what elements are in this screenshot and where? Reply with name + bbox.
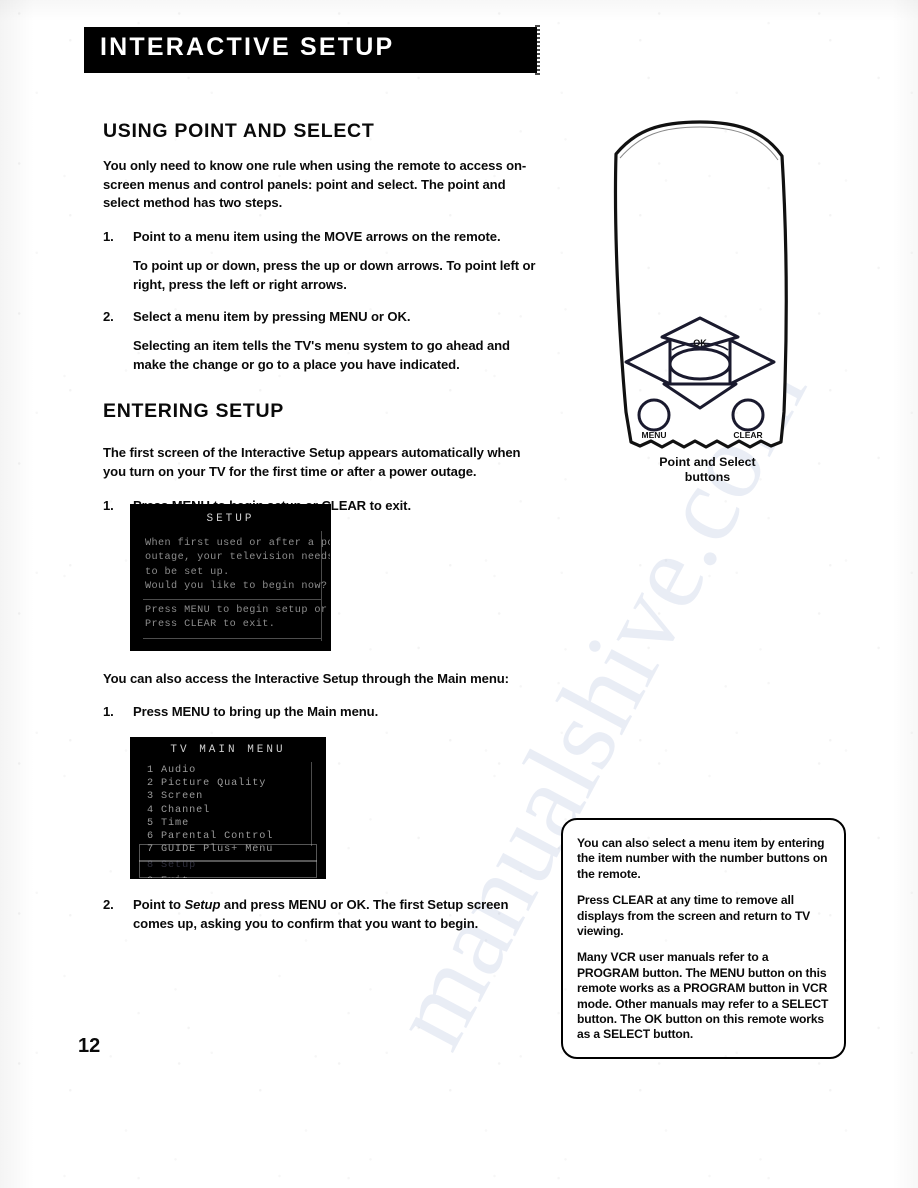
tv-screen-main-menu: TV MAIN MENU 1 Audio 2 Picture Quality 3… [131,738,325,878]
step-1-point: 1. Point to a menu item using the MOVE ar… [103,228,539,247]
step-1-text: to a menu item using the MOVE arrows on … [165,228,501,244]
step-point-to-setup: 2. Point to Setup and press MENU or OK. T… [103,896,543,933]
main-menu-exit-box [139,860,317,878]
main-menu-item: 3 Screen [147,790,273,803]
paragraph-entering-setup-intro: The first screen of the Interactive Setu… [103,445,521,479]
ok-button[interactable] [668,347,732,381]
main-menu-item-label: Parental Control [161,831,274,843]
main-menu-item-number: 5 [147,817,155,829]
main-menu-item: 4 Channel [147,804,273,817]
setup-screen-body: When first used or after a power outage,… [145,537,330,595]
main-menu-screen-title: TV MAIN MENU [170,744,286,756]
setup-screen-body-line: outage, your television needs [145,552,330,564]
setup-screen-footer-line: Press MENU to begin setup or [145,605,328,616]
setup-screen-body-line: Would you like to begin now? [145,581,328,593]
step-press-menu-number: 1. [103,497,114,513]
step-press-menu-main: 1. Press MENU to bring up the Main menu. [103,703,539,722]
step-press-menu-main-text: Press MENU to bring up the Main menu. [133,703,379,719]
step-point-to-setup-number: 2. [103,897,114,912]
main-menu-item-label: Audio [161,765,197,776]
main-menu-item-label: Picture Quality [161,778,267,790]
remote-caption-line2: buttons [684,470,731,484]
setup-screen-footer-line: Press CLEAR to exit. [145,619,276,631]
step-press-menu-main-number: 1. [103,703,114,719]
paragraph-also-access: You can also access the Interactive Setu… [103,671,509,686]
main-menu-item: 1 Audio [147,764,273,777]
page-header-bar: INTERACTIVE SETUP [84,25,540,75]
main-menu-item-label: Time [161,817,190,829]
note-paragraph-2: Press CLEAR at any time to remove all di… [577,893,811,939]
step-2-detail: Selecting an item tells the TV's menu sy… [133,338,510,372]
setup-screen-rule [143,638,321,639]
ok-label: OK [693,338,707,348]
main-menu-item-label: Screen [161,791,204,803]
main-menu-item-number: 2 [147,778,155,790]
remote-caption-line1: Point and Select [659,455,756,469]
heading-using-point-and-select: USING POINT AND SELECT [103,120,375,142]
main-menu-item-number: 6 [147,831,155,843]
setup-screen-body-line: When first used or after a power [145,538,330,549]
setup-screen-title: SETUP [206,513,255,525]
step-2-number: 2. [103,308,114,324]
page-number: 12 [78,1035,101,1057]
menu-button-label: MENU [641,430,666,440]
setup-screen-body-line: to be set up. [145,566,230,578]
main-menu-item: 6 Parental Control [147,830,273,843]
menu-button[interactable] [637,398,671,432]
main-menu-item-number: 3 [147,791,155,803]
step-2-select: 2. Select a menu item by pressing MENU or… [103,308,539,327]
setup-screen-divider [321,531,322,641]
note-box: You can also select a menu item by enter… [561,818,846,1059]
note-paragraph-1: You can also select a menu item by enter… [577,836,828,881]
heading-entering-setup: ENTERING SETUP [103,400,284,423]
step-2-lead: Select [133,308,171,324]
step-1-lead: Point [133,228,166,244]
main-menu-item: 2 Picture Quality [147,777,273,790]
main-menu-item-number: 4 [147,804,155,816]
clear-button-label: CLEAR [733,430,762,440]
note-paragraph-3: Many VCR user manuals refer to a PROGRAM… [577,950,829,1042]
main-menu-divider [311,762,312,846]
step-1-detail: To point up or down, press the up or dow… [133,258,536,292]
main-menu-item-number: 1 [147,765,155,776]
page-title: INTERACTIVE SETUP [100,33,395,61]
main-menu-item-label: Channel [161,804,211,816]
step-1-number: 1. [103,228,114,244]
main-menu-item: 5 Time [147,817,273,830]
step-point-to-setup-italic: Setup [184,897,221,912]
remote-caption: Point and Select buttons [600,455,815,485]
step-2-text: a menu item by pressing MENU or OK. [170,308,411,324]
paragraph-point-select-intro: You only need to know one rule when usin… [103,158,527,211]
step-point-to-setup-block: 2. Point to Setup and press MENU or OK. T… [103,896,543,944]
step-point-to-setup-text-a: Point to [133,897,185,912]
clear-button[interactable] [731,398,765,432]
remote-illustration: OK MENU CLEAR [600,112,815,487]
main-menu-access-block: You can also access the Interactive Setu… [103,670,539,732]
setup-screen-footer: Press MENU to begin setup or Press CLEAR… [145,604,327,633]
main-text-column: USING POINT AND SELECT You only need to … [103,120,539,526]
setup-screen-rule [143,599,321,600]
tv-screen-setup: SETUP When first used or after a power o… [131,505,330,650]
